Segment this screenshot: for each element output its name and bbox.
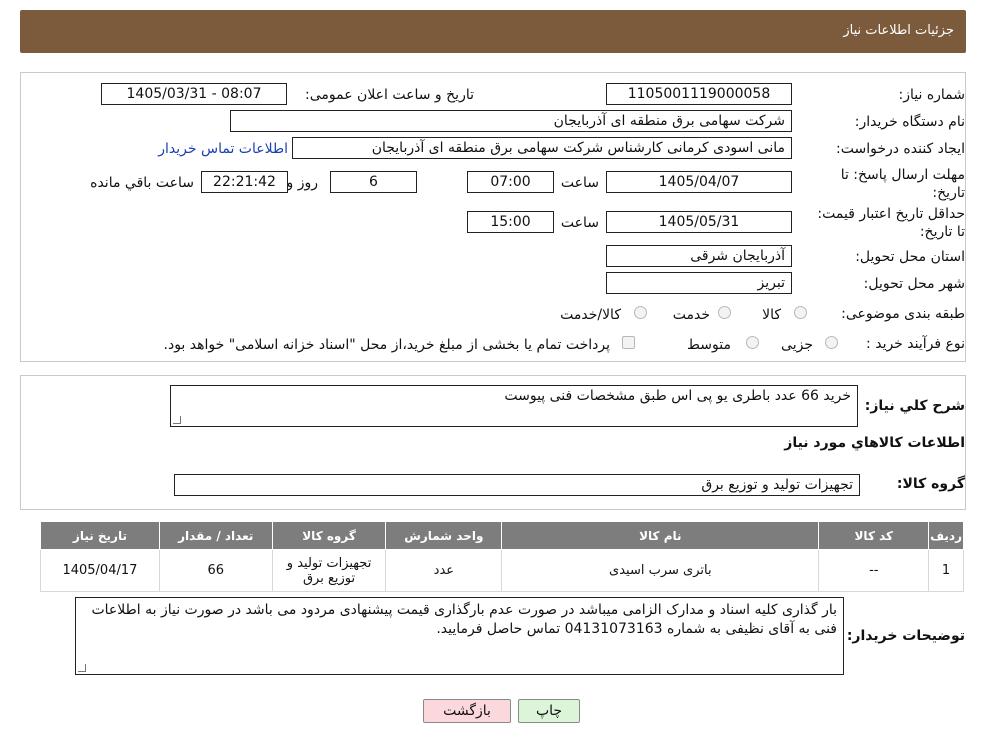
goods-info-title: اطلاعات کالاهاي مورد نياز (784, 435, 965, 451)
reply-time-field: 07:00 (467, 171, 554, 193)
city-field: تبریز (606, 272, 792, 294)
buyer-org-field: شرکت سهامی برق منطقه ای آذربایجان (230, 110, 792, 132)
category-label: طبقه بندی موضوعی: (841, 306, 965, 322)
validity-date-field: 1405/05/31 (606, 211, 792, 233)
treasury-payment-note: پرداخت تمام یا بخشی از مبلغ خرید،از محل … (163, 337, 610, 353)
process-option-minor: جزیی (781, 337, 813, 353)
back-button[interactable]: بازگشت (423, 699, 511, 723)
process-option-medium: متوسط (687, 337, 731, 353)
validity-label: حداقل تاریخ اعتبار قیمت: تا تاریخ: (817, 206, 965, 240)
reply-time-label: ساعت (560, 175, 599, 191)
process-radio-minor[interactable] (825, 336, 838, 349)
creator-field: مانی اسودی کرمانی کارشناس شرکت سهامی برق… (292, 137, 792, 159)
creator-label: ایجاد کننده درخواست: (836, 141, 965, 157)
col-quantity: تعداد / مقدار (158, 521, 273, 550)
description-resize-handle[interactable] (173, 416, 181, 424)
cell-row-number: 1 (928, 549, 964, 592)
category-option-service: خدمت (672, 307, 710, 323)
cell-item-code: -- (818, 549, 930, 592)
days-label: روز و (286, 175, 319, 191)
cell-goods-group: تجهیزات تولید و توزیع برق (271, 549, 387, 592)
category-option-goods-service: کالا/خدمت (560, 307, 621, 323)
page-header: جزئیات اطلاعات نیاز (20, 10, 966, 53)
buyer-notes-textarea[interactable]: بار گذاری کلیه اسناد و مدارک الزامی میبا… (75, 597, 844, 675)
col-unit: واحد شمارش (385, 521, 503, 550)
goods-group-label: گروه کالا: (896, 476, 965, 492)
cell-unit: عدد (385, 549, 503, 592)
category-option-goods: کالا (762, 307, 781, 323)
days-field: 6 (330, 171, 417, 193)
buyer-notes-resize-handle[interactable] (78, 664, 86, 672)
process-label: نوع فرآیند خرید : (866, 336, 965, 352)
description-textarea[interactable]: خرید 66 عدد باطری یو پی اس طبق مشخصات فن… (170, 385, 858, 427)
col-goods-group: گروه کالا (271, 521, 387, 550)
validity-time-label: ساعت (560, 215, 599, 231)
category-radio-goods-service[interactable] (634, 306, 647, 319)
reply-date-field: 1405/04/07 (606, 171, 792, 193)
validity-time-field: 15:00 (467, 211, 554, 233)
announce-datetime-field: 1405/03/31 - 08:07 (101, 83, 287, 105)
table-row: 1 -- باتری سرب اسیدی عدد تجهیزات تولید و… (40, 549, 964, 592)
goods-group-field: تجهیزات تولید و توزیع برق (174, 474, 860, 496)
description-label: شرح کلي نياز: (864, 398, 965, 414)
category-radio-service[interactable] (718, 306, 731, 319)
goods-table: رديف کد کالا نام کالا واحد شمارش گروه کا… (40, 521, 964, 592)
province-label: استان محل تحویل: (855, 249, 965, 265)
cell-quantity: 66 (158, 549, 273, 592)
reply-deadline-label: مهلت ارسال پاسخ: تا تاریخ: (840, 167, 965, 201)
col-need-date: تاریخ نیاز (40, 521, 160, 550)
print-button[interactable]: چاپ (518, 699, 580, 723)
col-row-number: رديف (928, 521, 964, 550)
remaining-time-label: ساعت باقي مانده (90, 175, 194, 191)
province-field: آذربایجان شرقی (606, 245, 792, 267)
col-item-code: کد کالا (818, 521, 930, 550)
buyer-contact-link[interactable]: اطلاعات تماس خریدار (158, 141, 288, 157)
need-number-field: 1105001119000058 (606, 83, 792, 105)
treasury-payment-checkbox[interactable] (622, 336, 635, 349)
cell-item-name: باتری سرب اسیدی (501, 549, 820, 592)
cell-need-date: 1405/04/17 (40, 549, 160, 592)
process-radio-medium[interactable] (746, 336, 759, 349)
remaining-time-field: 22:21:42 (201, 171, 288, 193)
goods-table-header-row: رديف کد کالا نام کالا واحد شمارش گروه کا… (40, 521, 964, 550)
category-radio-goods[interactable] (794, 306, 807, 319)
col-item-name: نام کالا (501, 521, 820, 550)
announce-label: تاریخ و ساعت اعلان عمومی: (305, 87, 474, 103)
buyer-notes-label: توضیحات خریدار: (846, 628, 965, 644)
page-title: جزئیات اطلاعات نیاز (843, 23, 954, 38)
city-label: شهر محل تحویل: (863, 276, 965, 292)
need-number-label: شماره نیاز: (898, 87, 966, 103)
buyer-org-label: نام دستگاه خریدار: (854, 114, 965, 130)
